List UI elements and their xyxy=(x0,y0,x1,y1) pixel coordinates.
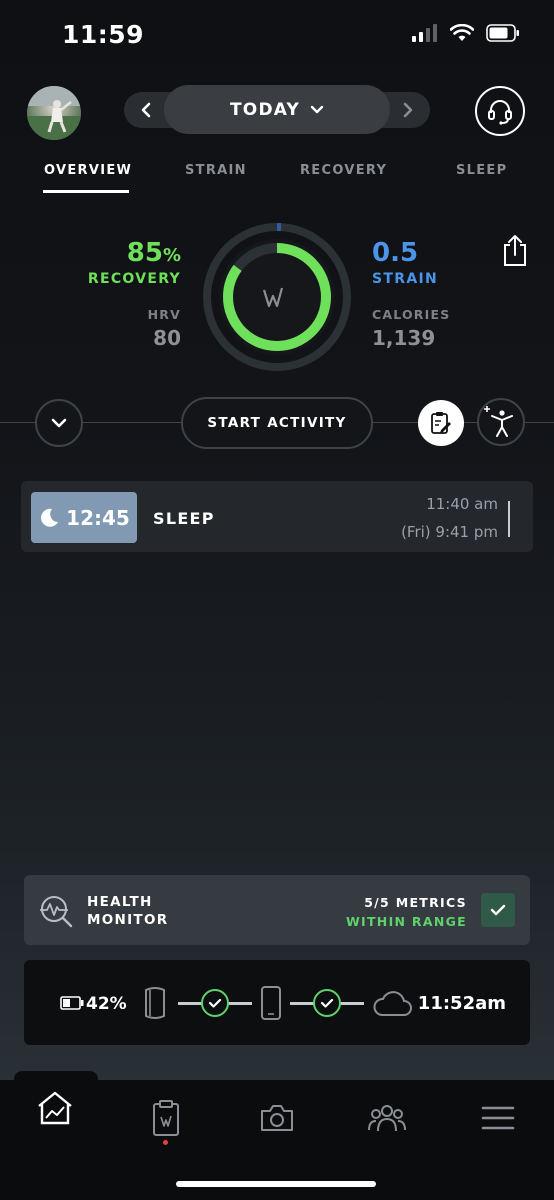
recovery-label: RECOVERY xyxy=(87,271,181,287)
sleep-end-time: 11:40 am xyxy=(426,495,498,513)
sleep-duration: 12:45 xyxy=(66,505,130,530)
add-activity-button[interactable] xyxy=(477,398,525,446)
metrics-status: WITHIN RANGE xyxy=(345,914,467,929)
community-icon[interactable] xyxy=(367,1098,407,1138)
wifi-icon xyxy=(450,24,474,41)
signal-icon xyxy=(412,24,437,42)
person-plus-icon xyxy=(484,406,513,437)
share-button[interactable] xyxy=(501,233,529,271)
health-metrics-summary: 5/5 METRICS WITHIN RANGE xyxy=(346,893,467,931)
tab-sleep[interactable]: SLEEP xyxy=(456,163,507,178)
expand-button[interactable] xyxy=(35,399,83,447)
tab-strain[interactable]: STRAIN xyxy=(185,163,247,178)
health-monitor-icon xyxy=(40,896,73,928)
tab-recovery[interactable]: RECOVERY xyxy=(300,163,387,178)
start-activity-button[interactable]: START ACTIVITY xyxy=(181,397,373,449)
sleep-title: SLEEP xyxy=(153,509,215,528)
chevron-down-icon xyxy=(51,418,67,428)
chevron-right-icon xyxy=(403,102,413,118)
battery-low-icon xyxy=(60,996,84,1010)
metrics-ok-badge xyxy=(481,893,515,927)
clipboard-edit-icon xyxy=(431,412,451,434)
home-chart-icon[interactable] xyxy=(35,1088,75,1128)
cloud-sync-ok xyxy=(313,989,341,1017)
recovery-strain-ring[interactable] xyxy=(202,222,352,372)
cloud-icon xyxy=(373,991,412,1016)
strap-battery-percent: 42% xyxy=(86,994,127,1014)
status-time: 11:59 xyxy=(62,20,145,49)
battery-icon xyxy=(486,24,519,42)
headset-icon xyxy=(488,100,512,125)
date-label: TODAY xyxy=(230,99,300,120)
sleep-timeline-bar xyxy=(508,501,510,537)
prev-day-button[interactable] xyxy=(128,92,164,128)
strap-sync-ok xyxy=(201,989,229,1017)
calories-label: CALORIES xyxy=(372,307,451,322)
check-icon xyxy=(320,998,334,1008)
check-icon xyxy=(490,904,506,916)
strain-value[interactable]: 0.5 xyxy=(372,238,418,268)
tab-overview[interactable]: OVERVIEW xyxy=(44,163,132,178)
share-icon xyxy=(504,235,526,266)
menu-icon[interactable] xyxy=(478,1098,518,1138)
calories-value: 1,139 xyxy=(372,326,436,350)
active-tab-indicator xyxy=(43,190,129,193)
next-day-button[interactable] xyxy=(390,92,426,128)
phone-icon xyxy=(261,986,281,1020)
sleep-duration-badge: 12:45 xyxy=(31,492,137,543)
support-button[interactable] xyxy=(475,86,525,136)
hrv-value: 80 xyxy=(153,326,181,350)
strain-label: STRAIN xyxy=(372,271,438,287)
check-icon xyxy=(208,998,222,1008)
metrics-count: 5/5 METRICS xyxy=(364,895,467,910)
journal-button[interactable] xyxy=(418,400,464,446)
last-sync-time: 11:52am xyxy=(417,993,506,1014)
recovery-value[interactable]: 85% xyxy=(127,238,181,268)
hrv-label: HRV xyxy=(147,307,181,322)
camera-icon[interactable] xyxy=(257,1098,297,1138)
date-selector[interactable]: TODAY xyxy=(164,85,390,134)
chevron-down-icon xyxy=(310,105,324,113)
profile-avatar[interactable] xyxy=(27,86,81,140)
moon-icon xyxy=(41,508,59,527)
status-icons xyxy=(412,24,520,42)
sleep-start-time: (Fri) 9:41 pm xyxy=(401,523,498,541)
home-indicator xyxy=(176,1181,376,1187)
strap-icon xyxy=(145,987,165,1019)
notification-dot xyxy=(163,1140,168,1145)
journal-clipboard-icon[interactable] xyxy=(146,1098,186,1138)
chevron-left-icon xyxy=(141,102,151,118)
health-monitor-label: HEALTH MONITOR xyxy=(87,894,169,928)
